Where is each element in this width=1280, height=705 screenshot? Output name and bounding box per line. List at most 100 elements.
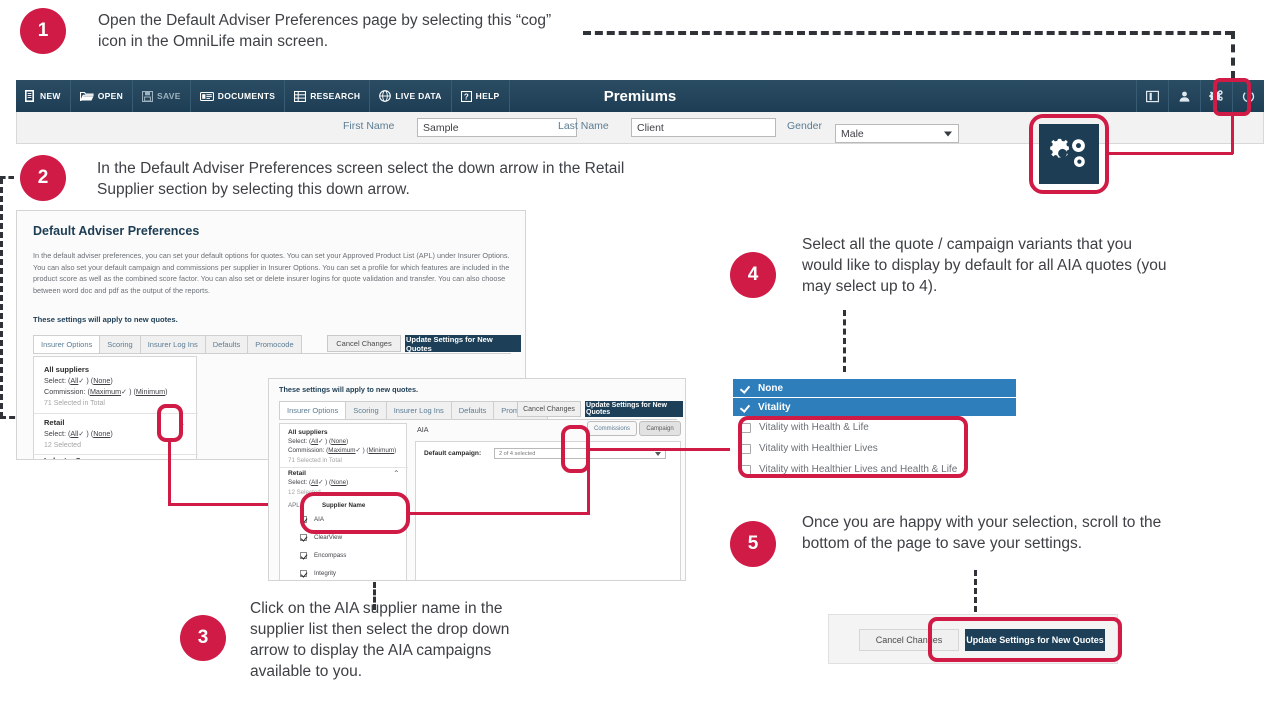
menu-help[interactable]: ? HELP: [452, 80, 510, 112]
connector-2-corner-top: [0, 176, 14, 179]
campaign-supplier-name-header: Supplier Name: [322, 502, 366, 509]
campaign-select-label: Select:: [288, 438, 308, 445]
tab-defaults[interactable]: Defaults: [204, 335, 249, 353]
campaign-update-settings-button[interactable]: Update Settings for New Quotes: [585, 401, 683, 417]
campaign-retail-select-all-link[interactable]: All: [311, 479, 318, 486]
menu-new[interactable]: NEW: [16, 80, 71, 112]
menu-save-label: SAVE: [157, 91, 181, 101]
campaign-commission-label: Commission:: [288, 447, 325, 454]
check-icon-none: [741, 384, 750, 393]
campaign-option-vitality-label: Vitality: [758, 401, 791, 413]
campaign-commission-min-link[interactable]: Minimum: [369, 447, 395, 454]
menu-research[interactable]: RESEARCH: [285, 80, 371, 112]
campaign-tab-insurer-log-ins[interactable]: Insurer Log Ins: [385, 401, 452, 419]
cogs-settings-icon: [1050, 138, 1085, 167]
campaign-tab-defaults[interactable]: Defaults: [450, 401, 495, 419]
user-person-icon[interactable]: [1168, 80, 1200, 112]
connector-2-vertical: [0, 178, 3, 418]
menu-documents[interactable]: DOCUMENTS: [191, 80, 286, 112]
campaign-retail-heading: Retail: [288, 470, 306, 477]
campaign-option-vitality-healthier-lives[interactable]: Vitality with Healthier Lives: [733, 438, 1016, 459]
prefs-retail-select-all-link[interactable]: All: [70, 429, 78, 438]
campaign-detail-supplier: AIA: [417, 425, 429, 434]
checkbox-icon-integrity[interactable]: [300, 570, 307, 577]
prefs-panel-note: These settings will apply to new quotes.: [33, 315, 178, 324]
savebar-update-settings-button[interactable]: Update Settings for New Quotes: [965, 629, 1105, 651]
step-text-5: Once you are happy with your selection, …: [802, 514, 1162, 552]
tab-promocode[interactable]: Promocode: [247, 335, 302, 353]
menu-live-data[interactable]: LIVE DATA: [370, 80, 452, 112]
tab-insurer-log-ins[interactable]: Insurer Log Ins: [139, 335, 206, 353]
pink-connector-cog-vertical: [1231, 116, 1234, 154]
campaign-tab-scoring[interactable]: Scoring: [345, 401, 387, 419]
campaign-supplier-row-aia[interactable]: AIA: [300, 516, 324, 523]
connector-4-vertical: [843, 310, 846, 372]
campaign-select-row: Select: (All✓ ) (None): [288, 438, 349, 445]
campaign-total-selected: 71 Selected in Total: [288, 457, 342, 464]
gender-select[interactable]: Male: [835, 124, 959, 143]
campaign-tab-insurer-options[interactable]: Insurer Options: [279, 401, 347, 419]
menu-open[interactable]: OPEN: [71, 80, 134, 112]
checkbox-icon-aia[interactable]: [300, 516, 307, 523]
tab-insurer-options[interactable]: Insurer Options: [33, 335, 101, 353]
help-question-icon: ?: [460, 90, 472, 102]
campaign-preferences-panel: These settings will apply to new quotes.…: [268, 378, 686, 581]
campaign-commission-max-link[interactable]: Maximum: [328, 447, 355, 454]
last-name-input[interactable]: Client: [631, 118, 776, 137]
prefs-cancel-changes-button[interactable]: Cancel Changes: [327, 335, 401, 352]
prefs-commission-row: Commission: (Maximum✓ ) (Minimum): [44, 387, 168, 396]
default-campaign-chevron-down-icon[interactable]: [655, 452, 661, 456]
prefs-retail-chevron-down-icon[interactable]: ⌄: [178, 418, 186, 429]
first-name-label: First Name: [343, 120, 395, 132]
prefs-industry-heading: Industry Super: [44, 456, 97, 459]
campaign-select-none-link[interactable]: None: [331, 438, 346, 445]
prefs-select-none-link[interactable]: None: [93, 376, 110, 385]
campaign-option-vitality-health-life[interactable]: Vitality with Health & Life: [733, 417, 1016, 438]
power-icon[interactable]: [1232, 80, 1264, 112]
svg-text:?: ?: [464, 92, 469, 101]
checkbox-icon-vitality-health-life[interactable]: [741, 422, 751, 433]
campaign-supplier-label-integrity: Integrity: [314, 570, 337, 577]
commissions-button[interactable]: Commissions: [587, 421, 637, 436]
menu-save[interactable]: SAVE: [133, 80, 191, 112]
campaign-retail-chevron-up-icon[interactable]: ⌃: [393, 469, 400, 478]
campaign-supplier-row-encompass[interactable]: Encompass: [300, 552, 346, 559]
step-badge-1: 1: [20, 8, 66, 54]
campaign-option-vitality[interactable]: Vitality: [733, 398, 1016, 417]
save-disk-icon: [142, 90, 154, 102]
panel-layout-icon[interactable]: [1136, 80, 1168, 112]
gender-label: Gender: [787, 120, 823, 132]
campaign-option-vitality-healthier-lives-health-life[interactable]: Vitality with Healthier Lives and Health…: [733, 459, 1016, 480]
menu-help-label: HELP: [475, 91, 500, 101]
checkbox-icon-clearview[interactable]: [300, 534, 307, 541]
campaign-panel-note: These settings will apply to new quotes.: [279, 385, 419, 394]
checkbox-icon-vitality-healthier-lives-health-life[interactable]: [741, 464, 751, 475]
prefs-select-all-link[interactable]: All: [70, 376, 78, 385]
savebar-cancel-changes-button[interactable]: Cancel Changes: [859, 629, 959, 651]
checkbox-icon-encompass[interactable]: [300, 552, 307, 559]
prefs-all-suppliers-heading: All suppliers: [44, 365, 90, 374]
prefs-retail-heading: Retail: [44, 418, 65, 427]
last-name-label: Last Name: [558, 120, 609, 132]
first-name-input[interactable]: Sample: [417, 118, 577, 137]
campaign-retail-select-label: Select:: [288, 479, 308, 486]
prefs-commission-max-link[interactable]: Maximum: [90, 387, 121, 396]
step-badge-5: 5: [730, 521, 776, 567]
prefs-update-settings-button[interactable]: Update Settings for New Quotes: [405, 335, 521, 353]
campaign-retail-select-none-link[interactable]: None: [331, 479, 346, 486]
campaign-supplier-row-clearview[interactable]: ClearView: [300, 534, 342, 541]
prefs-panel-paragraph: In the default adviser preferences, you …: [33, 251, 510, 295]
campaign-select-all-link[interactable]: All: [311, 438, 318, 445]
checkbox-icon-vitality-healthier-lives[interactable]: [741, 443, 751, 454]
slide-canvas: 1 Open the Default Adviser Preferences p…: [0, 0, 1280, 705]
campaign-supplier-label-aia: AIA: [314, 516, 324, 523]
prefs-retail-select-none-link[interactable]: None: [93, 429, 110, 438]
campaign-supplier-row-integrity[interactable]: Integrity: [300, 570, 336, 577]
campaign-option-none[interactable]: None: [733, 379, 1016, 398]
campaign-cancel-changes-button[interactable]: Cancel Changes: [517, 401, 581, 417]
cog-settings-icon[interactable]: [1200, 80, 1232, 112]
prefs-commission-min-link[interactable]: Minimum: [136, 387, 165, 396]
tab-scoring[interactable]: Scoring: [99, 335, 141, 353]
prefs-retail-select-label: Select:: [44, 429, 66, 438]
campaign-button[interactable]: Campaign: [639, 421, 681, 436]
